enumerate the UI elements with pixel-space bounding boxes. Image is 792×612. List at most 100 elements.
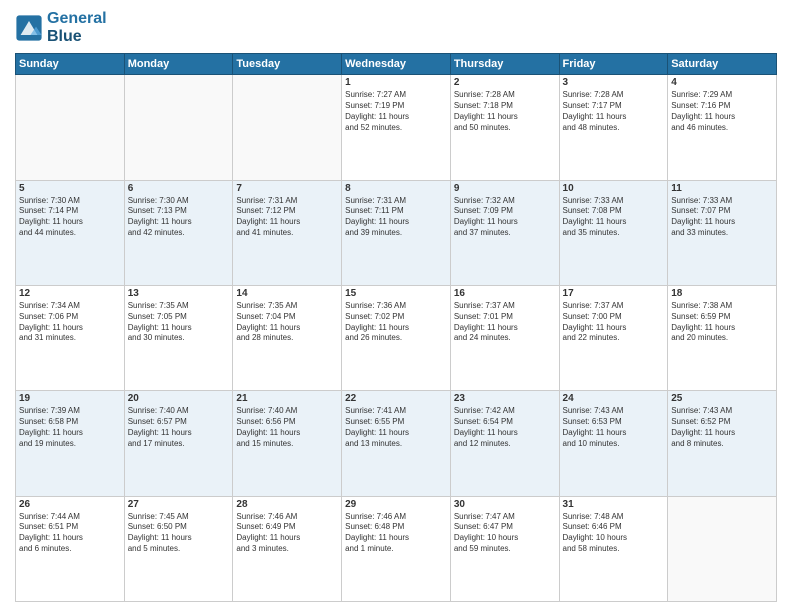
day-number: 7 [236, 183, 338, 194]
weekday-header-friday: Friday [559, 54, 668, 75]
calendar-cell: 21Sunrise: 7:40 AM Sunset: 6:56 PM Dayli… [233, 391, 342, 496]
day-info: Sunrise: 7:40 AM Sunset: 6:57 PM Dayligh… [128, 406, 230, 449]
day-info: Sunrise: 7:29 AM Sunset: 7:16 PM Dayligh… [671, 90, 773, 133]
day-number: 5 [19, 183, 121, 194]
calendar-week-row: 1 Sunrise: 7:27 AM Sunset: 7:19 PM Daylig… [16, 75, 777, 180]
calendar-cell: 5 Sunrise: 7:30 AM Sunset: 7:14 PM Daylig… [16, 180, 125, 285]
day-number: 13 [128, 288, 230, 299]
day-number: 22 [345, 393, 447, 404]
day-info: Sunrise: 7:31 AM Sunset: 7:12 PM Dayligh… [236, 196, 338, 239]
day-info: Sunrise: 7:35 AM Sunset: 7:04 PM Dayligh… [236, 301, 338, 344]
calendar-cell: 18 Sunrise: 7:38 AM Sunset: 6:59 PM Dayli… [668, 285, 777, 390]
day-info: Sunrise: 7:43 AM Sunset: 6:52 PM Dayligh… [671, 406, 773, 449]
calendar-cell: 11Sunrise: 7:33 AM Sunset: 7:07 PM Dayli… [668, 180, 777, 285]
calendar-cell: 26Sunrise: 7:44 AM Sunset: 6:51 PM Dayli… [16, 496, 125, 601]
weekday-header-saturday: Saturday [668, 54, 777, 75]
day-number: 28 [236, 499, 338, 510]
logo-text: General Blue [47, 10, 107, 45]
day-info: Sunrise: 7:42 AM Sunset: 6:54 PM Dayligh… [454, 406, 556, 449]
day-info: Sunrise: 7:32 AM Sunset: 7:09 PM Dayligh… [454, 196, 556, 239]
calendar-cell: 25 Sunrise: 7:43 AM Sunset: 6:52 PM Dayli… [668, 391, 777, 496]
calendar-week-row: 26Sunrise: 7:44 AM Sunset: 6:51 PM Dayli… [16, 496, 777, 601]
day-number: 4 [671, 77, 773, 88]
day-number: 11 [671, 183, 773, 194]
calendar-week-row: 5 Sunrise: 7:30 AM Sunset: 7:14 PM Daylig… [16, 180, 777, 285]
weekday-header-sunday: Sunday [16, 54, 125, 75]
day-info: Sunrise: 7:28 AM Sunset: 7:18 PM Dayligh… [454, 90, 556, 133]
calendar-cell [668, 496, 777, 601]
calendar-cell: 28 Sunrise: 7:46 AM Sunset: 6:49 PM Dayli… [233, 496, 342, 601]
day-info: Sunrise: 7:34 AM Sunset: 7:06 PM Dayligh… [19, 301, 121, 344]
calendar-cell: 27 Sunrise: 7:45 AM Sunset: 6:50 PM Dayli… [124, 496, 233, 601]
day-number: 10 [563, 183, 665, 194]
day-info: Sunrise: 7:37 AM Sunset: 7:00 PM Dayligh… [563, 301, 665, 344]
day-info: Sunrise: 7:46 AM Sunset: 6:49 PM Dayligh… [236, 512, 338, 555]
calendar-cell: 24Sunrise: 7:43 AM Sunset: 6:53 PM Dayli… [559, 391, 668, 496]
day-info: Sunrise: 7:43 AM Sunset: 6:53 PM Dayligh… [563, 406, 665, 449]
calendar-cell: 7 Sunrise: 7:31 AM Sunset: 7:12 PM Daylig… [233, 180, 342, 285]
calendar-cell: 12 Sunrise: 7:34 AM Sunset: 7:06 PM Dayli… [16, 285, 125, 390]
day-info: Sunrise: 7:30 AM Sunset: 7:13 PM Dayligh… [128, 196, 230, 239]
day-info: Sunrise: 7:40 AM Sunset: 6:56 PM Dayligh… [236, 406, 338, 449]
day-info: Sunrise: 7:28 AM Sunset: 7:17 PM Dayligh… [563, 90, 665, 133]
day-info: Sunrise: 7:35 AM Sunset: 7:05 PM Dayligh… [128, 301, 230, 344]
day-number: 25 [671, 393, 773, 404]
day-number: 26 [19, 499, 121, 510]
logo: General Blue [15, 10, 107, 45]
calendar-cell: 8 Sunrise: 7:31 AM Sunset: 7:11 PM Daylig… [342, 180, 451, 285]
day-number: 18 [671, 288, 773, 299]
weekday-header-monday: Monday [124, 54, 233, 75]
calendar-cell: 31 Sunrise: 7:48 AM Sunset: 6:46 PM Dayli… [559, 496, 668, 601]
calendar-cell: 22 Sunrise: 7:41 AM Sunset: 6:55 PM Dayli… [342, 391, 451, 496]
day-number: 15 [345, 288, 447, 299]
day-number: 20 [128, 393, 230, 404]
day-number: 27 [128, 499, 230, 510]
day-number: 12 [19, 288, 121, 299]
day-number: 3 [563, 77, 665, 88]
weekday-header-row: SundayMondayTuesdayWednesdayThursdayFrid… [16, 54, 777, 75]
calendar-week-row: 12 Sunrise: 7:34 AM Sunset: 7:06 PM Dayli… [16, 285, 777, 390]
calendar-cell: 14 Sunrise: 7:35 AM Sunset: 7:04 PM Dayli… [233, 285, 342, 390]
header: General Blue [15, 10, 777, 45]
page: General Blue SundayMondayTuesdayWednesda… [0, 0, 792, 612]
calendar-cell: 2Sunrise: 7:28 AM Sunset: 7:18 PM Daylig… [450, 75, 559, 180]
day-info: Sunrise: 7:27 AM Sunset: 7:19 PM Dayligh… [345, 90, 447, 133]
day-info: Sunrise: 7:41 AM Sunset: 6:55 PM Dayligh… [345, 406, 447, 449]
calendar-cell: 30Sunrise: 7:47 AM Sunset: 6:47 PM Dayli… [450, 496, 559, 601]
day-info: Sunrise: 7:37 AM Sunset: 7:01 PM Dayligh… [454, 301, 556, 344]
calendar-cell: 29 Sunrise: 7:46 AM Sunset: 6:48 PM Dayli… [342, 496, 451, 601]
calendar-cell: 19Sunrise: 7:39 AM Sunset: 6:58 PM Dayli… [16, 391, 125, 496]
day-number: 31 [563, 499, 665, 510]
weekday-header-thursday: Thursday [450, 54, 559, 75]
day-number: 9 [454, 183, 556, 194]
day-number: 8 [345, 183, 447, 194]
calendar-week-row: 19Sunrise: 7:39 AM Sunset: 6:58 PM Dayli… [16, 391, 777, 496]
calendar-table: SundayMondayTuesdayWednesdayThursdayFrid… [15, 53, 777, 602]
calendar-cell: 10 Sunrise: 7:33 AM Sunset: 7:08 PM Dayli… [559, 180, 668, 285]
day-info: Sunrise: 7:31 AM Sunset: 7:11 PM Dayligh… [345, 196, 447, 239]
day-number: 19 [19, 393, 121, 404]
day-number: 14 [236, 288, 338, 299]
calendar-cell: 1 Sunrise: 7:27 AM Sunset: 7:19 PM Daylig… [342, 75, 451, 180]
day-info: Sunrise: 7:48 AM Sunset: 6:46 PM Dayligh… [563, 512, 665, 555]
calendar-cell: 16 Sunrise: 7:37 AM Sunset: 7:01 PM Dayli… [450, 285, 559, 390]
weekday-header-tuesday: Tuesday [233, 54, 342, 75]
day-number: 23 [454, 393, 556, 404]
day-number: 6 [128, 183, 230, 194]
day-number: 1 [345, 77, 447, 88]
day-number: 16 [454, 288, 556, 299]
calendar-cell [233, 75, 342, 180]
day-number: 17 [563, 288, 665, 299]
day-info: Sunrise: 7:36 AM Sunset: 7:02 PM Dayligh… [345, 301, 447, 344]
day-info: Sunrise: 7:45 AM Sunset: 6:50 PM Dayligh… [128, 512, 230, 555]
day-info: Sunrise: 7:30 AM Sunset: 7:14 PM Dayligh… [19, 196, 121, 239]
day-info: Sunrise: 7:33 AM Sunset: 7:08 PM Dayligh… [563, 196, 665, 239]
calendar-cell: 20 Sunrise: 7:40 AM Sunset: 6:57 PM Dayli… [124, 391, 233, 496]
day-number: 29 [345, 499, 447, 510]
day-info: Sunrise: 7:38 AM Sunset: 6:59 PM Dayligh… [671, 301, 773, 344]
day-info: Sunrise: 7:46 AM Sunset: 6:48 PM Dayligh… [345, 512, 447, 555]
calendar-cell: 13 Sunrise: 7:35 AM Sunset: 7:05 PM Dayli… [124, 285, 233, 390]
day-info: Sunrise: 7:47 AM Sunset: 6:47 PM Dayligh… [454, 512, 556, 555]
calendar-cell: 4 Sunrise: 7:29 AM Sunset: 7:16 PM Daylig… [668, 75, 777, 180]
calendar-cell: 3 Sunrise: 7:28 AM Sunset: 7:17 PM Daylig… [559, 75, 668, 180]
